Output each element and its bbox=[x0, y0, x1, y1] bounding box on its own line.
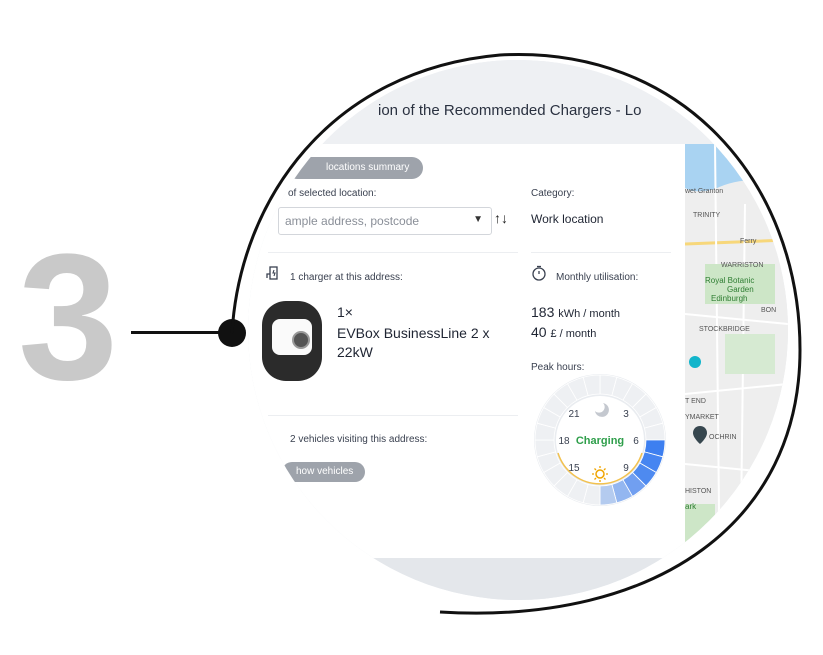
energy-usage: 183 kWh / month bbox=[531, 304, 620, 320]
charger-panel: ion of the Recommended Chargers - Lo loc… bbox=[248, 60, 788, 600]
map-label: ark bbox=[685, 502, 697, 511]
hour-label-21: 21 bbox=[568, 409, 580, 420]
map-label: HISTON bbox=[685, 488, 712, 495]
hour-label-3: 3 bbox=[623, 409, 629, 420]
map-label: Royal Botanic bbox=[705, 276, 755, 285]
peak-hours-label: Peak hours: bbox=[531, 362, 585, 373]
sort-icon[interactable]: ↑↓ bbox=[494, 210, 508, 226]
map-label: wet Granton bbox=[685, 188, 724, 195]
vehicles-label: 2 vehicles visiting this address: bbox=[290, 434, 428, 445]
map-label: TRINITY bbox=[693, 212, 721, 219]
peak-hours-gauge: Charging 21 3 18 6 15 9 bbox=[534, 374, 666, 506]
energy-unit: kWh / month bbox=[558, 308, 620, 320]
charger-plug-icon bbox=[265, 265, 281, 284]
address-placeholder: ample address, postcode bbox=[285, 214, 420, 228]
stopwatch-icon bbox=[531, 265, 547, 285]
charger-count-label: 1 charger at this address: bbox=[290, 272, 403, 283]
divider bbox=[268, 415, 518, 416]
map-label: T END bbox=[685, 398, 706, 405]
address-label: of selected location: bbox=[288, 188, 377, 199]
cost-usage: 40 £ / month bbox=[531, 324, 596, 340]
show-vehicles-button[interactable]: how vehicles bbox=[282, 462, 366, 482]
map-label: Ferry bbox=[740, 238, 757, 245]
map-pin-icon[interactable] bbox=[693, 426, 707, 444]
map-label: OCHRIN bbox=[709, 434, 737, 441]
panel-title: ion of the Recommended Chargers - Lo bbox=[378, 102, 642, 119]
map-label: YMARKET bbox=[685, 414, 719, 421]
divider bbox=[268, 252, 518, 253]
hour-label-18: 18 bbox=[558, 436, 570, 447]
hour-label-6: 6 bbox=[633, 436, 639, 447]
address-select[interactable]: ample address, postcode ▼ bbox=[278, 207, 492, 235]
charger-socket-icon bbox=[292, 331, 310, 349]
map-label: BON bbox=[761, 307, 777, 314]
callout-connector-dot bbox=[218, 319, 246, 347]
map-label: WARRISTON bbox=[721, 262, 764, 269]
map-view[interactable]: wet Granton TRINITY Ferry WARRISTON Roya… bbox=[685, 144, 788, 600]
charger-model: EVBox BusinessLine 2 x 22kW bbox=[337, 325, 490, 360]
divider bbox=[531, 252, 671, 253]
step-number: 3 bbox=[18, 217, 119, 418]
zoom-lens: ion of the Recommended Chargers - Lo loc… bbox=[248, 60, 788, 600]
locations-summary-button[interactable]: locations summary bbox=[286, 157, 424, 179]
map-label: STOCKBRIDGE bbox=[699, 326, 750, 333]
cost-value: 40 bbox=[531, 324, 547, 340]
charger-quantity: 1× bbox=[337, 304, 353, 320]
charger-image bbox=[262, 301, 322, 381]
chevron-down-icon: ▼ bbox=[473, 214, 483, 225]
map-label: Edinburgh bbox=[711, 294, 748, 303]
panel-header: ion of the Recommended Chargers - Lo bbox=[248, 60, 788, 144]
energy-value: 183 bbox=[531, 304, 555, 320]
callout-connector-line bbox=[131, 331, 231, 334]
map-poi-icon[interactable] bbox=[689, 356, 701, 368]
cost-unit: £ / month bbox=[550, 328, 597, 340]
category-label: Category: bbox=[531, 188, 575, 199]
hour-label-9: 9 bbox=[623, 463, 629, 474]
utilisation-label: Monthly utilisation: bbox=[556, 272, 639, 283]
category-value: Work location bbox=[531, 212, 604, 226]
map-label: Garden bbox=[727, 285, 754, 294]
gauge-center-label: Charging bbox=[576, 435, 624, 447]
panel-footer bbox=[248, 558, 685, 600]
hour-label-15: 15 bbox=[568, 463, 580, 474]
